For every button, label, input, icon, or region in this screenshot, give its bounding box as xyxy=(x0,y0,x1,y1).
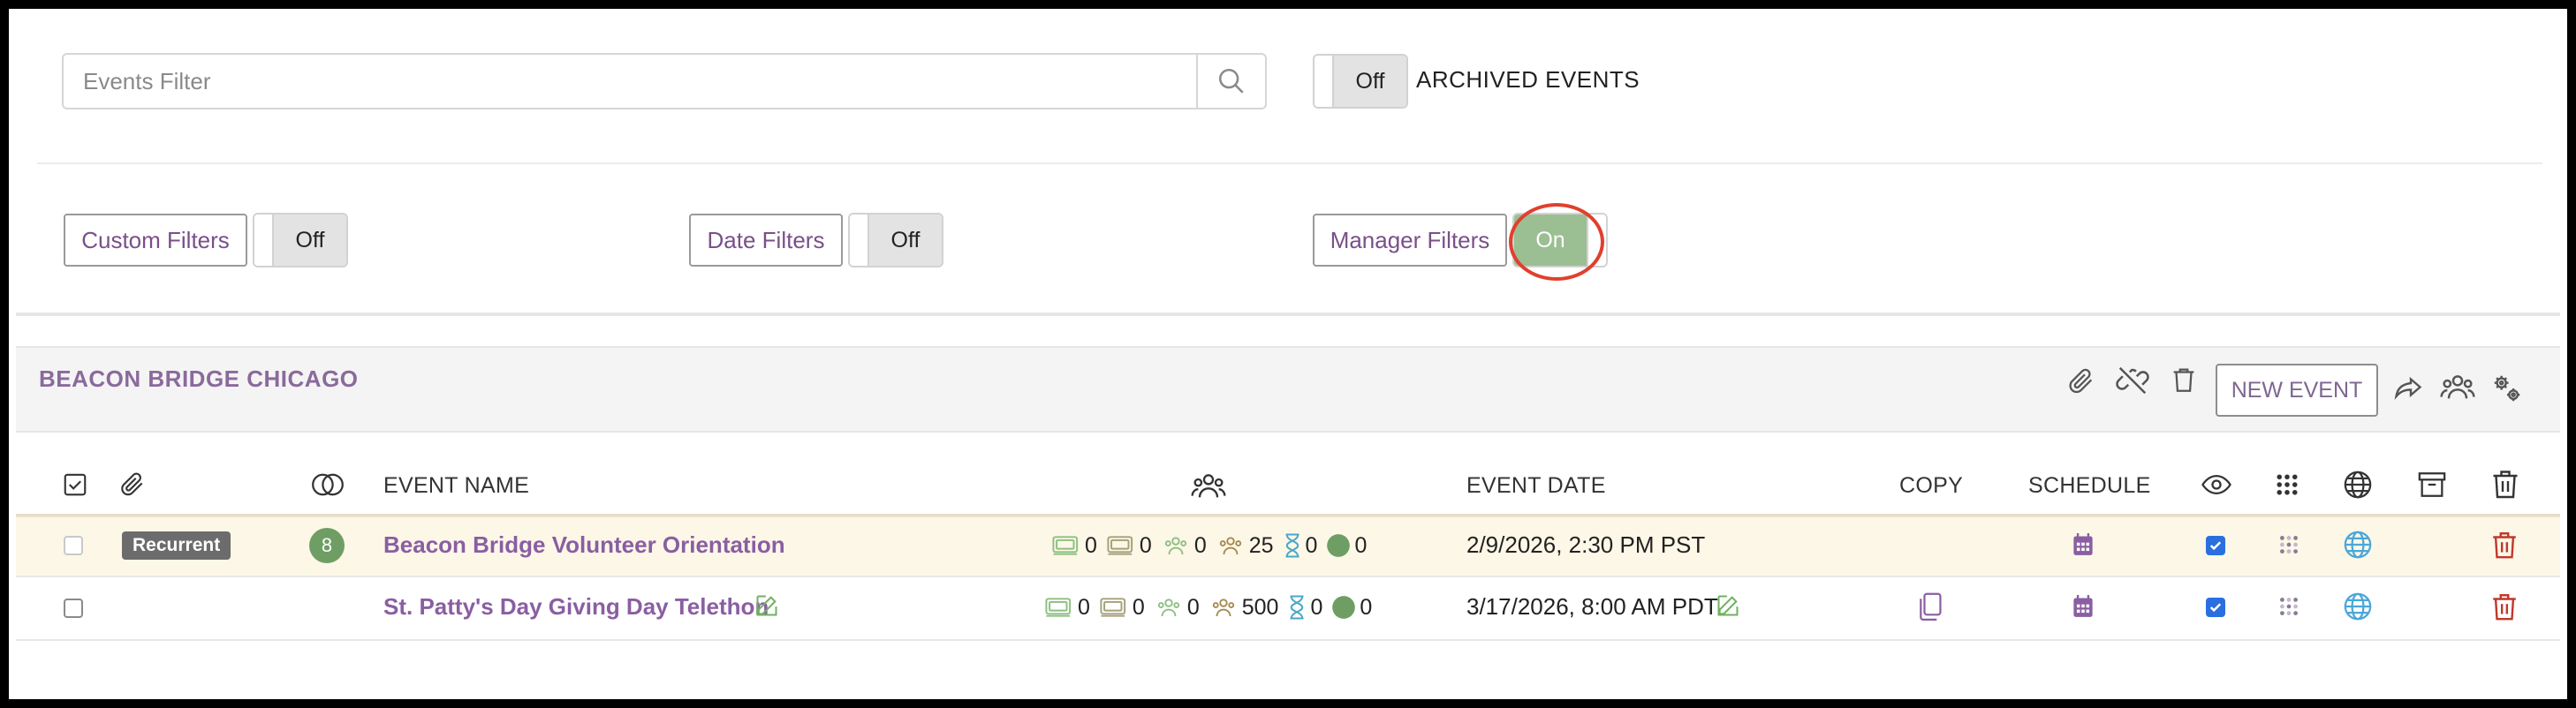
volunteers-icon xyxy=(1157,599,1179,617)
visible-checkbox[interactable] xyxy=(2206,536,2225,555)
qr-code-icon[interactable] xyxy=(2277,533,2300,561)
row-checkbox[interactable] xyxy=(64,536,83,555)
date-filters-toggle[interactable]: Off xyxy=(848,213,943,267)
events-filter-input[interactable] xyxy=(64,55,1196,108)
event-date: 2/9/2026, 2:30 PM PST xyxy=(1466,531,1706,558)
qr-column-icon xyxy=(2274,471,2300,502)
attendees-column-icon xyxy=(1189,468,1228,508)
toggle-knob xyxy=(1315,56,1334,107)
select-all-checkbox[interactable] xyxy=(62,471,88,502)
status-dot-icon xyxy=(1327,534,1351,557)
trash-icon[interactable] xyxy=(2166,362,2201,397)
attachment-column-icon xyxy=(118,470,147,502)
copy-header: COPY xyxy=(1899,473,1964,498)
custom-filters-button[interactable]: Custom Filters xyxy=(64,214,247,267)
capacity-icon xyxy=(1219,537,1241,555)
public-globe-icon[interactable] xyxy=(2343,530,2373,564)
toggle-knob xyxy=(850,215,869,266)
volunteers-icon xyxy=(1164,537,1186,555)
edit-date-icon[interactable] xyxy=(1716,593,1740,622)
copy-event-icon[interactable] xyxy=(1915,591,1943,628)
users-icon[interactable] xyxy=(2440,369,2475,404)
globe-column-icon xyxy=(2343,470,2373,504)
public-globe-icon[interactable] xyxy=(2343,591,2373,626)
event-name-link[interactable]: St. Patty's Day Giving Day Telethon xyxy=(383,593,769,621)
manager-filters-button[interactable]: Manager Filters xyxy=(1313,214,1507,267)
status-dot-icon xyxy=(1332,596,1356,619)
event-stats: 0 0 0 25 0 0 xyxy=(1051,532,1375,559)
tickets-icon xyxy=(1052,536,1079,555)
visible-checkbox[interactable] xyxy=(2206,598,2225,617)
search-icon xyxy=(1218,68,1244,94)
schedule-header: SCHEDULE xyxy=(2028,473,2151,498)
event-stats: 0 0 0 500 0 0 xyxy=(1044,594,1381,621)
share-icon[interactable] xyxy=(2390,371,2426,406)
annotation-circle xyxy=(1509,203,1604,281)
tickets-pending-icon xyxy=(1100,598,1126,617)
toggle-state: Off xyxy=(1334,56,1406,107)
occurrences-column-icon xyxy=(309,470,346,504)
attach-icon[interactable] xyxy=(2064,363,2099,398)
event-name-link[interactable]: Beacon Bridge Volunteer Orientation xyxy=(383,531,785,559)
occurrence-count-badge[interactable]: 8 xyxy=(309,528,345,563)
divider xyxy=(37,162,2542,164)
settings-gears-icon[interactable] xyxy=(2489,371,2525,406)
schedule-calendar-icon[interactable] xyxy=(2072,533,2094,561)
delete-column-icon xyxy=(2489,468,2521,504)
capacity-icon xyxy=(1212,599,1234,617)
event-date: 3/17/2026, 8:00 AM PDT xyxy=(1466,593,1718,620)
qr-code-icon[interactable] xyxy=(2277,595,2300,622)
unlink-icon[interactable] xyxy=(2115,363,2150,398)
event-date-header[interactable]: EVENT DATE xyxy=(1466,473,1606,499)
panel-divider xyxy=(16,313,2560,316)
date-filters-button[interactable]: Date Filters xyxy=(689,214,843,267)
row-checkbox[interactable] xyxy=(64,599,83,618)
visibility-column-icon xyxy=(2200,470,2233,504)
toggle-knob xyxy=(254,215,274,266)
custom-filters-toggle[interactable]: Off xyxy=(253,213,348,267)
hourglass-icon xyxy=(1290,595,1304,620)
delete-event-icon[interactable] xyxy=(2489,591,2519,626)
toggle-state: Off xyxy=(274,215,346,266)
events-filter-search xyxy=(62,53,1267,109)
edit-name-icon[interactable] xyxy=(754,593,779,622)
event-name-header[interactable]: EVENT NAME xyxy=(383,473,529,499)
recurrent-badge: Recurrent xyxy=(122,531,231,560)
delete-event-icon[interactable] xyxy=(2489,530,2519,564)
archived-events-toggle[interactable]: Off xyxy=(1313,54,1408,109)
schedule-calendar-icon[interactable] xyxy=(2072,595,2094,622)
archived-events-label: ARCHIVED EVENTS xyxy=(1416,66,1640,93)
tickets-icon xyxy=(1045,598,1072,617)
archive-column-icon xyxy=(2417,470,2447,504)
search-button[interactable] xyxy=(1196,55,1265,108)
toggle-state: Off xyxy=(869,215,942,266)
new-event-button[interactable]: NEW EVENT xyxy=(2216,364,2378,417)
hourglass-icon xyxy=(1285,533,1299,558)
org-title: BEACON BRIDGE CHICAGO xyxy=(39,365,359,392)
tickets-pending-icon xyxy=(1107,536,1133,555)
